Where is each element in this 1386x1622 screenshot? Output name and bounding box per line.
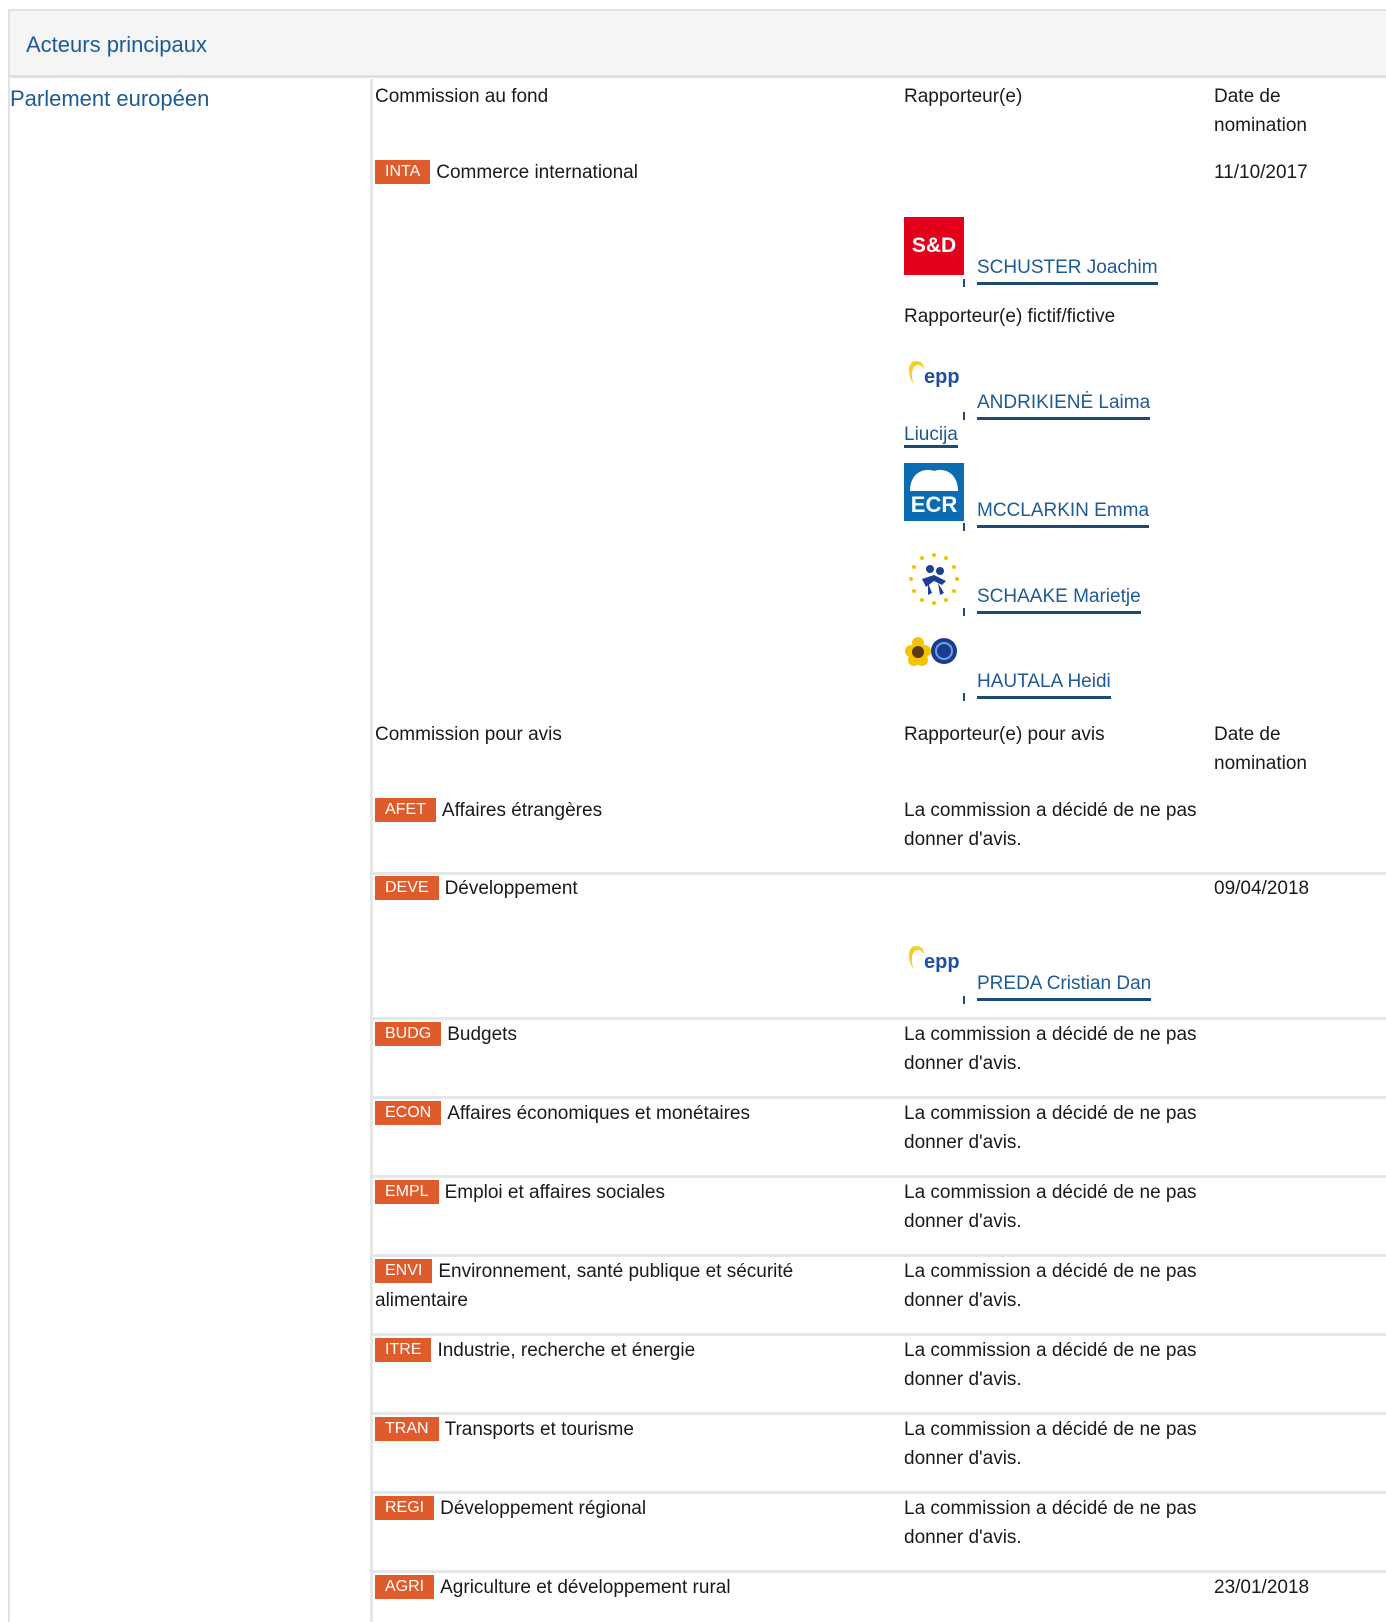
logo-tick bbox=[963, 523, 965, 531]
committee-badge: AFET bbox=[375, 798, 436, 822]
section-title: Acteurs principaux bbox=[26, 32, 207, 57]
opinion-row-itre: ITRE Industrie, recherche et énergie bbox=[375, 1336, 695, 1365]
logo-tick bbox=[963, 693, 965, 701]
institution-label: Parlement européen bbox=[10, 86, 210, 111]
epp-group-logo: epp bbox=[904, 936, 964, 994]
opinion-row-agri: AGRI Agriculture et développement rural bbox=[375, 1573, 731, 1602]
shadow-link-andrikiene[interactable]: ANDRIKIENĖ Laima Liucija bbox=[904, 388, 1204, 449]
rapporteur-link[interactable]: SCHUSTER Joachim bbox=[977, 255, 1158, 285]
committee-badge: TRAN bbox=[375, 1417, 439, 1441]
committee-name: Environnement, santé publique et sécurit… bbox=[375, 1261, 794, 1311]
no-opinion-notice: La commission a décidé de ne pas donner … bbox=[904, 1024, 1197, 1074]
logo-tick bbox=[963, 608, 965, 616]
ecr-lion-icon bbox=[910, 469, 958, 491]
ecr-group-logo: ECR bbox=[904, 463, 964, 521]
no-opinion-notice: La commission a décidé de ne pas donner … bbox=[904, 800, 1197, 850]
svg-text:epp: epp bbox=[924, 951, 960, 973]
epp-heart-icon: epp bbox=[908, 946, 960, 973]
committee-badge: INTA bbox=[375, 160, 431, 184]
no-opinion-notice: La commission a décidé de ne pas donner … bbox=[904, 1498, 1197, 1548]
opinion-row-regi: REGI Développement régional bbox=[375, 1494, 646, 1523]
opinion-row-deve: DEVE Développement bbox=[375, 874, 578, 903]
no-opinion-notice: La commission a décidé de ne pas donner … bbox=[904, 1340, 1197, 1390]
opinion-row-empl: EMPL Emploi et affaires sociales bbox=[375, 1178, 665, 1207]
committee-name: Affaires étrangères bbox=[441, 800, 603, 821]
no-opinion-notice: La commission a décidé de ne pas donner … bbox=[904, 1419, 1197, 1469]
committee-badge: ECON bbox=[375, 1101, 442, 1125]
opinion-row-econ: ECON Affaires économiques et monétaires bbox=[375, 1099, 750, 1128]
lead-committee-row: INTA Commerce international bbox=[375, 158, 638, 187]
header-committee: Commission au fond bbox=[375, 86, 549, 107]
renew-stars-icon bbox=[904, 549, 964, 607]
row-divider bbox=[373, 1017, 1386, 1020]
committee-badge: BUDG bbox=[375, 1022, 442, 1046]
no-opinion-notice: La commission a décidé de ne pas donner … bbox=[904, 1182, 1197, 1232]
column-divider bbox=[370, 79, 373, 1622]
header-rapporteur: Rapporteur(e) bbox=[904, 86, 1023, 107]
committee-name: Développement régional bbox=[440, 1498, 647, 1519]
shadow-link-mcclarkin[interactable]: MCCLARKIN Emma bbox=[977, 498, 1150, 528]
committee-name: Emploi et affaires sociales bbox=[444, 1182, 665, 1203]
logo-tick bbox=[963, 996, 965, 1004]
opinion-row-envi: ENVI Environnement, santé publique et séc… bbox=[375, 1257, 875, 1315]
committee-badge: DEVE bbox=[375, 876, 439, 900]
opinion-date: 09/04/2018 bbox=[1214, 878, 1310, 899]
committee-badge: EMPL bbox=[375, 1180, 439, 1204]
committee-name: Agriculture et développement rural bbox=[440, 1577, 731, 1598]
lead-date: 11/10/2017 bbox=[1214, 162, 1308, 183]
committee-badge: AGRI bbox=[375, 1575, 435, 1599]
opinion-date: 23/01/2018 bbox=[1214, 1577, 1310, 1598]
committee-name: Transports et tourisme bbox=[444, 1419, 634, 1440]
committee-name: Commerce international bbox=[436, 162, 638, 183]
sd-group-logo: S&D bbox=[904, 217, 964, 275]
committee-name: Développement bbox=[444, 878, 578, 899]
shadow-name-line1: ANDRIKIENĖ Laima bbox=[977, 388, 1151, 420]
no-opinion-notice: La commission a décidé de ne pas donner … bbox=[904, 1103, 1197, 1153]
section-header: Acteurs principaux bbox=[10, 11, 1386, 78]
opinion-row-budg: BUDG Budgets bbox=[375, 1020, 517, 1049]
committee-name: Affaires économiques et monétaires bbox=[447, 1103, 750, 1124]
svg-text:epp: epp bbox=[924, 366, 960, 388]
shadow-link-hautala[interactable]: HAUTALA Heidi bbox=[977, 669, 1111, 699]
shadow-label: Rapporteur(e) fictif/fictive bbox=[904, 306, 1116, 327]
shadow-name-line2: Liucija bbox=[904, 424, 958, 448]
greens-efa-icon bbox=[904, 633, 964, 691]
header-opinion-committee: Commission pour avis bbox=[375, 724, 562, 745]
committee-badge: ENVI bbox=[375, 1259, 433, 1283]
opinion-row-tran: TRAN Transports et tourisme bbox=[375, 1415, 634, 1444]
opinion-row-afet: AFET Affaires étrangères bbox=[375, 796, 602, 825]
header-opinion-rapporteur: Rapporteur(e) pour avis bbox=[904, 724, 1105, 745]
logo-tick bbox=[963, 279, 965, 287]
committee-badge: ITRE bbox=[375, 1338, 432, 1362]
header-opinion-date: Date de nomination bbox=[1214, 724, 1307, 774]
committee-badge: REGI bbox=[375, 1496, 435, 1520]
committee-name: Industrie, recherche et énergie bbox=[437, 1340, 696, 1361]
committee-name: Budgets bbox=[447, 1024, 517, 1045]
shadow-link-schaake[interactable]: SCHAAKE Marietje bbox=[977, 584, 1141, 614]
no-opinion-notice: La commission a décidé de ne pas donner … bbox=[904, 1261, 1197, 1311]
header-date: Date de nomination bbox=[1214, 86, 1307, 136]
opinion-rapporteur-link[interactable]: PREDA Cristian Dan bbox=[977, 971, 1152, 1001]
